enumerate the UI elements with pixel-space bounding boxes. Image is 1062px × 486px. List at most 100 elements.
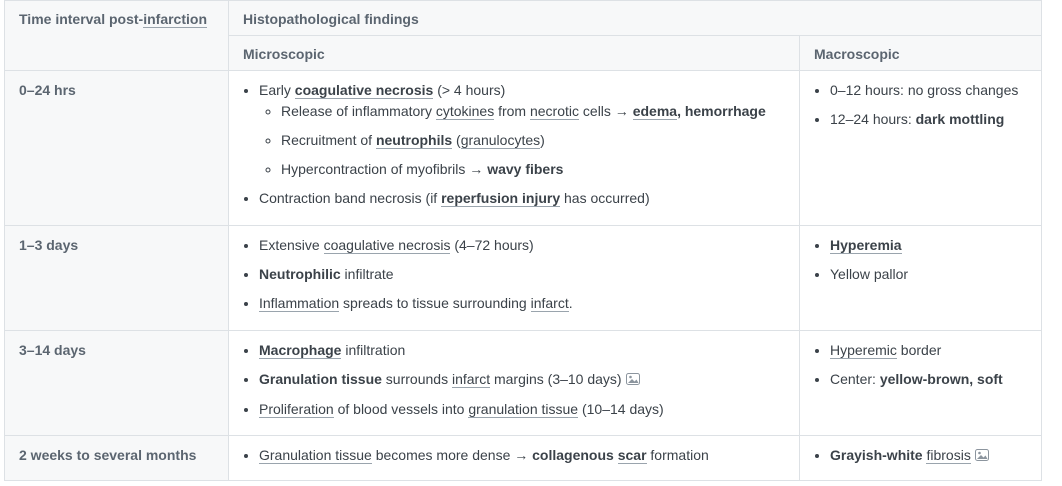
- text: ,: [969, 371, 978, 387]
- microscopic-cell: Granulation tissue becomes more dense → …: [228, 435, 800, 481]
- list-item: Hyperemic border: [830, 340, 1029, 360]
- text: margins (3–10 days): [490, 371, 622, 387]
- coagulative-necrosis-link[interactable]: coagulative necrosis: [323, 237, 451, 254]
- hemorrhage-text: hemorrhage: [684, 103, 766, 119]
- list-item: Center: yellow-brown, soft: [830, 369, 1029, 389]
- infarct-link[interactable]: infarct: [451, 371, 491, 388]
- list-item: Grayish-white fibrosis: [830, 445, 1029, 466]
- text: 0–12 hours: no gross changes: [830, 82, 1019, 98]
- time-cell: 2 weeks to several months: [4, 435, 229, 481]
- text: Contraction band necrosis (if: [259, 190, 442, 206]
- text: Early: [259, 82, 295, 98]
- text: Recruitment of: [281, 132, 376, 148]
- text: surrounds: [381, 371, 452, 387]
- fibrosis-link[interactable]: fibrosis: [926, 447, 971, 464]
- list-item: Granulation tissue surrounds infarct mar…: [259, 369, 787, 390]
- macroscopic-cell: Hyperemic border Center: yellow-brown, s…: [799, 330, 1042, 436]
- text: .: [568, 295, 573, 311]
- wavy-fibers-text: wavy fibers: [487, 161, 564, 177]
- text: cells →: [579, 103, 633, 119]
- microscopic-header-label: Microscopic: [243, 46, 325, 62]
- granulation-tissue-link[interactable]: Granulation tissue: [259, 447, 372, 464]
- text: of blood vessels into: [333, 401, 469, 418]
- macrophage-link[interactable]: Macrophage: [259, 342, 342, 359]
- microscopic-cell: Early coagulative necrosis (> 4 hours) R…: [228, 70, 800, 226]
- time-label: 1–3 days: [19, 237, 79, 253]
- text: Center:: [830, 371, 880, 387]
- text: border: [896, 342, 942, 358]
- microscopic-header-cell: Microscopic: [228, 35, 800, 71]
- histopathology-table: Time interval post-infarction Histopatho…: [4, 0, 1042, 481]
- neutrophils-link[interactable]: neutrophils: [375, 132, 453, 149]
- time-label: 2 weeks to several months: [19, 447, 197, 463]
- infarction-link[interactable]: infarction: [143, 11, 207, 28]
- granulation-tissue-text: Granulation tissue: [259, 371, 382, 387]
- macroscopic-cell: 0–12 hours: no gross changes 12–24 hours…: [799, 70, 1042, 226]
- macroscopic-cell: Grayish-white fibrosis: [799, 435, 1042, 481]
- grayish-white-text: Grayish-white: [830, 447, 923, 463]
- text: becomes more dense →: [371, 447, 533, 463]
- inflammation-link[interactable]: Inflammation: [259, 295, 340, 312]
- time-header-label: Time interval post-infarction: [19, 11, 207, 28]
- time-cell: 0–24 hrs: [4, 70, 229, 226]
- time-cell: 3–14 days: [4, 330, 229, 436]
- hyperemia-link[interactable]: Hyperemia: [830, 237, 902, 254]
- granulocytes-link[interactable]: granulocytes: [460, 132, 541, 149]
- list-item: Early coagulative necrosis (> 4 hours) R…: [259, 80, 787, 179]
- table-row: 2 weeks to several months Granulation ti…: [4, 435, 1042, 481]
- macroscopic-header-label: Macroscopic: [814, 46, 900, 62]
- list-item: Inflammation spreads to tissue surroundi…: [259, 293, 787, 313]
- text: ): [540, 132, 545, 148]
- image-icon[interactable]: [974, 446, 989, 466]
- proliferation-link[interactable]: Proliferation: [259, 401, 334, 419]
- soft-text: soft: [977, 371, 1003, 387]
- list-item: Recruitment of neutrophils (granulocytes…: [281, 130, 787, 150]
- edema-link[interactable]: edema: [632, 103, 678, 120]
- necrotic-link[interactable]: necrotic: [529, 103, 580, 120]
- text: formation: [646, 447, 709, 463]
- text: Hypercontraction of myofibrils →: [281, 161, 488, 177]
- collagenous-text: collagenous: [532, 447, 614, 463]
- list-item: Hyperemia: [830, 235, 1029, 255]
- infarct-link[interactable]: infarct: [530, 295, 569, 312]
- text: (: [452, 132, 461, 148]
- text: ,: [677, 103, 685, 119]
- list-item: Hypercontraction of myofibrils → wavy fi…: [281, 159, 787, 179]
- list-item: Macrophage infiltration: [259, 340, 787, 360]
- list-item: 12–24 hours: dark mottling: [830, 109, 1029, 129]
- coagulative-necrosis-link[interactable]: coagulative necrosis: [294, 82, 434, 99]
- text: (10–14 days): [578, 401, 664, 418]
- text: Extensive: [259, 237, 324, 253]
- text: (4–72 hours): [450, 237, 534, 253]
- neutrophilic-text: Neutrophilic: [259, 266, 341, 282]
- list-item: 0–12 hours: no gross changes: [830, 80, 1029, 100]
- dark-mottling-text: dark mottling: [915, 111, 1005, 127]
- list-item: Release of inflammatory cytokines from n…: [281, 101, 787, 121]
- macroscopic-cell: Hyperemia Yellow pallor: [799, 225, 1042, 331]
- list-item: Contraction band necrosis (if reperfusio…: [259, 188, 787, 208]
- hyperemic-link[interactable]: Hyperemic: [830, 342, 897, 359]
- image-icon[interactable]: [625, 370, 640, 390]
- macroscopic-header-cell: Macroscopic: [799, 35, 1042, 71]
- granulation-tissue-link[interactable]: granulation tissue: [468, 401, 579, 419]
- time-header-cell: Time interval post-infarction: [4, 0, 229, 71]
- text: spreads to tissue surrounding: [339, 295, 531, 311]
- time-cell: 1–3 days: [4, 225, 229, 331]
- table-row: 0–24 hrs Early coagulative necrosis (> 4…: [4, 70, 1042, 226]
- time-label: 3–14 days: [19, 342, 86, 358]
- yellow-brown-text: yellow-brown: [879, 371, 970, 387]
- list-item: Granulation tissue becomes more dense → …: [259, 445, 787, 465]
- microscopic-cell: Macrophage infiltration Granulation tiss…: [228, 330, 800, 436]
- text: (> 4 hours): [433, 82, 506, 98]
- findings-header-label: Histopathological findings: [243, 11, 419, 27]
- cytokines-link[interactable]: cytokines: [435, 103, 495, 120]
- findings-header-cell: Histopathological findings: [228, 0, 1042, 36]
- reperfusion-injury-link[interactable]: reperfusion injury: [441, 190, 561, 207]
- scar-link[interactable]: scar: [617, 447, 647, 464]
- text: has occurred): [560, 190, 650, 206]
- microscopic-cell: Extensive coagulative necrosis (4–72 hou…: [228, 225, 800, 331]
- text: from: [494, 103, 530, 119]
- table-row: 1–3 days Extensive coagulative necrosis …: [4, 225, 1042, 331]
- header-row: Time interval post-infarction Histopatho…: [4, 0, 1042, 71]
- list-item: Extensive coagulative necrosis (4–72 hou…: [259, 235, 787, 255]
